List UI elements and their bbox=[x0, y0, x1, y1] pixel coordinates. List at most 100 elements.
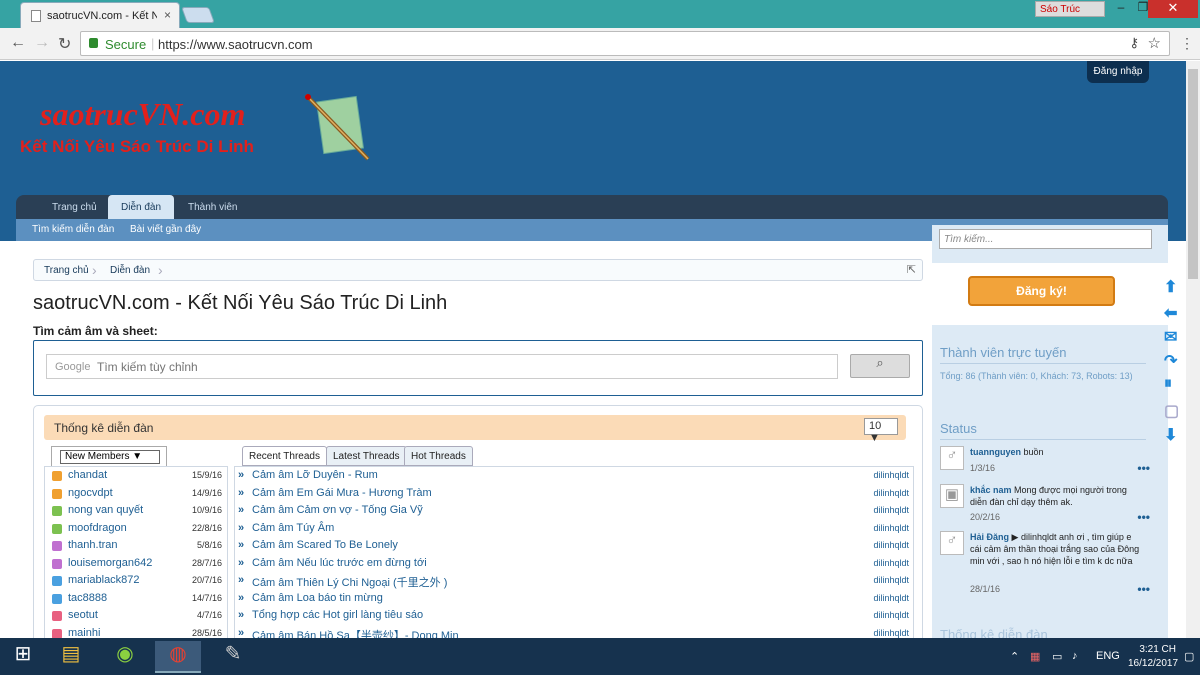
more-icon[interactable]: ••• bbox=[1137, 510, 1150, 524]
member-name[interactable]: thanh.tran bbox=[68, 539, 118, 551]
more-icon[interactable]: ••• bbox=[1137, 582, 1150, 596]
member-name[interactable]: moofdragon bbox=[68, 522, 127, 534]
thread-title[interactable]: Cảm âm Bán Hồ Sa【半壶纱】- Dong Min bbox=[252, 627, 459, 639]
more-icon[interactable]: ••• bbox=[1137, 461, 1150, 475]
thread-row[interactable]: » Cảm âm Bán Hồ Sa【半壶纱】- Dong Min dilinhql… bbox=[235, 625, 915, 639]
tab-latest-threads[interactable]: Latest Threads bbox=[326, 446, 407, 466]
thread-title[interactable]: Cảm âm Scared To Be Lonely bbox=[252, 539, 398, 551]
register-button[interactable]: Đăng ký! bbox=[968, 276, 1115, 306]
notifications-icon[interactable]: ▢ bbox=[1184, 650, 1194, 663]
thread-title[interactable]: Cảm âm Cảm ơn vợ - Tống Gia Vỹ bbox=[252, 504, 423, 516]
scroll-bottom-icon[interactable]: ⬇ bbox=[1164, 425, 1177, 445]
member-row[interactable]: seotut 4/7/16 bbox=[45, 607, 229, 625]
logo-title[interactable]: saotrucVN.com bbox=[40, 96, 245, 133]
member-row[interactable]: thanh.tran 5/8/16 bbox=[45, 537, 229, 555]
chevron-up-icon[interactable]: ⌃ bbox=[1010, 650, 1019, 663]
avatar[interactable]: ♂ bbox=[940, 446, 964, 470]
member-row[interactable]: chandat 15/9/16 bbox=[45, 467, 229, 485]
login-button[interactable]: Đăng nhập bbox=[1087, 61, 1149, 83]
language-indicator[interactable]: ENG bbox=[1096, 650, 1120, 662]
profile-button[interactable]: Sáo Trúc bbox=[1035, 1, 1105, 17]
thread-row[interactable]: » Cảm âm Túy Âm dilinhqldt bbox=[235, 520, 915, 538]
sidebar-search-input[interactable]: Tìm kiếm... bbox=[939, 229, 1152, 249]
tab-close-icon[interactable]: × bbox=[164, 8, 171, 22]
nav-tab-home[interactable]: Trang chủ bbox=[40, 195, 109, 219]
thread-author[interactable]: dilinhqldt bbox=[873, 575, 909, 585]
thread-row[interactable]: » Cảm âm Em Gái Mưa - Hương Tràm dilinhqld… bbox=[235, 485, 915, 503]
member-name[interactable]: mariablack872 bbox=[68, 574, 140, 586]
member-name[interactable]: mainhi bbox=[68, 627, 100, 639]
paint-icon[interactable]: ✎ bbox=[210, 641, 256, 673]
subnav-search-forums[interactable]: Tìm kiếm diễn đàn bbox=[32, 224, 114, 235]
windows-start-icon[interactable]: ⊞ bbox=[0, 641, 46, 673]
share-icon[interactable]: ↷ bbox=[1164, 351, 1177, 371]
count-select[interactable]: 10 ▼ bbox=[864, 418, 898, 444]
menu-icon[interactable]: ⋮ bbox=[1180, 35, 1194, 52]
member-name[interactable]: tac8888 bbox=[68, 592, 107, 604]
browser-tab[interactable]: saotrucVN.com - Kết Nối × bbox=[20, 2, 180, 28]
member-name[interactable]: nong van quyết bbox=[68, 504, 143, 516]
breadcrumb-forum[interactable]: Diễn đàn bbox=[110, 265, 150, 276]
scroll-top-icon[interactable]: ⬆ bbox=[1164, 277, 1177, 297]
member-row[interactable]: louisemorgan642 28/7/16 bbox=[45, 555, 229, 573]
thread-title[interactable]: Cảm âm Em Gái Mưa - Hương Tràm bbox=[252, 487, 432, 499]
thread-row[interactable]: » Cảm âm Lỡ Duyên - Rum dilinhqldt bbox=[235, 467, 915, 485]
file-explorer-icon[interactable]: ▤ bbox=[48, 641, 94, 673]
thread-author[interactable]: dilinhqldt bbox=[873, 558, 909, 568]
thread-row[interactable]: » Cảm âm Scared To Be Lonely dilinhqldt bbox=[235, 537, 915, 555]
search-button[interactable]: ⌕ bbox=[850, 354, 910, 378]
nav-tab-forum[interactable]: Diễn đàn bbox=[108, 195, 175, 219]
member-name[interactable]: seotut bbox=[68, 609, 98, 621]
status-author[interactable]: khắc nam bbox=[970, 485, 1012, 495]
status-author[interactable]: tuannguyen bbox=[970, 447, 1021, 457]
thread-row[interactable]: » Cảm âm Loa báo tin mừng dilinhqldt bbox=[235, 590, 915, 608]
member-row[interactable]: mainhi 28/5/16 bbox=[45, 625, 229, 639]
avatar[interactable]: ▣ bbox=[940, 484, 964, 508]
thread-author[interactable]: dilinhqldt bbox=[873, 628, 909, 638]
thread-title[interactable]: Cảm âm Lỡ Duyên - Rum bbox=[252, 469, 378, 481]
nav-tab-members[interactable]: Thành viên bbox=[176, 195, 249, 219]
volume-icon[interactable]: ♪ bbox=[1072, 650, 1078, 662]
member-name[interactable]: chandat bbox=[68, 469, 107, 481]
forward-icon[interactable]: → bbox=[34, 34, 50, 52]
member-row[interactable]: moofdragon 22/8/16 bbox=[45, 520, 229, 538]
thread-author[interactable]: dilinhqldt bbox=[873, 470, 909, 480]
back-arrow-icon[interactable]: ⬅ bbox=[1164, 303, 1177, 323]
new-tab-button[interactable] bbox=[181, 7, 215, 23]
jump-icon[interactable]: ⇱ bbox=[907, 263, 916, 276]
scrollbar-thumb[interactable] bbox=[1188, 69, 1198, 279]
bookmark-star-icon[interactable]: ☆ bbox=[1148, 34, 1161, 52]
breadcrumb-home[interactable]: Trang chủ bbox=[44, 265, 89, 276]
thread-author[interactable]: dilinhqldt bbox=[873, 488, 909, 498]
member-row[interactable]: ngocvdpt 14/9/16 bbox=[45, 485, 229, 503]
thread-title[interactable]: Cảm âm Nếu lúc trước em đừng tới bbox=[252, 557, 427, 569]
status-author[interactable]: Hải Đăng bbox=[970, 532, 1009, 542]
member-row[interactable]: mariablack872 20/7/16 bbox=[45, 572, 229, 590]
network-icon[interactable]: ▦ bbox=[1030, 650, 1040, 663]
thread-row[interactable]: » Tổng hợp các Hot girl làng tiêu sáo dili… bbox=[235, 607, 915, 625]
thread-row[interactable]: » Cảm âm Thiên Lý Chi Ngoại (千里之外 ) dilinh… bbox=[235, 572, 915, 590]
thread-title[interactable]: Cảm âm Túy Âm bbox=[252, 522, 334, 534]
thread-author[interactable]: dilinhqldt bbox=[873, 505, 909, 515]
back-icon[interactable]: ← bbox=[10, 34, 26, 52]
chrome-icon[interactable]: ◍ bbox=[155, 641, 201, 673]
avatar[interactable]: ♂ bbox=[940, 531, 964, 555]
thread-author[interactable]: dilinhqldt bbox=[873, 610, 909, 620]
key-icon[interactable]: ⚷ bbox=[1129, 35, 1139, 51]
address-bar[interactable]: Secure | https://www.saotrucvn.com ⚷ ☆ bbox=[80, 31, 1170, 56]
reload-icon[interactable]: ↻ bbox=[58, 34, 71, 54]
subnav-recent-posts[interactable]: Bài viết gần đây bbox=[130, 224, 201, 235]
thread-title[interactable]: Cảm âm Thiên Lý Chi Ngoại (千里之外 ) bbox=[252, 574, 447, 590]
tab-recent-threads[interactable]: Recent Threads bbox=[242, 446, 327, 466]
member-name[interactable]: ngocvdpt bbox=[68, 487, 113, 499]
tab-hot-threads[interactable]: Hot Threads bbox=[404, 446, 473, 466]
member-row[interactable]: nong van quyết 10/9/16 bbox=[45, 502, 229, 520]
page-icon[interactable]: ▢ bbox=[1164, 401, 1179, 421]
coccoc-icon[interactable]: ◉ bbox=[102, 641, 148, 673]
search-input[interactable] bbox=[97, 358, 797, 376]
thread-title[interactable]: Cảm âm Loa báo tin mừng bbox=[252, 592, 383, 604]
thread-row[interactable]: » Cảm âm Nếu lúc trước em đừng tới dilinhq… bbox=[235, 555, 915, 573]
pause-icon[interactable]: ⏸ bbox=[1164, 375, 1172, 393]
clock[interactable]: 3:21 CH 16/12/2017 bbox=[1128, 643, 1178, 671]
thread-row[interactable]: » Cảm âm Cảm ơn vợ - Tống Gia Vỹ dilinhqld… bbox=[235, 502, 915, 520]
